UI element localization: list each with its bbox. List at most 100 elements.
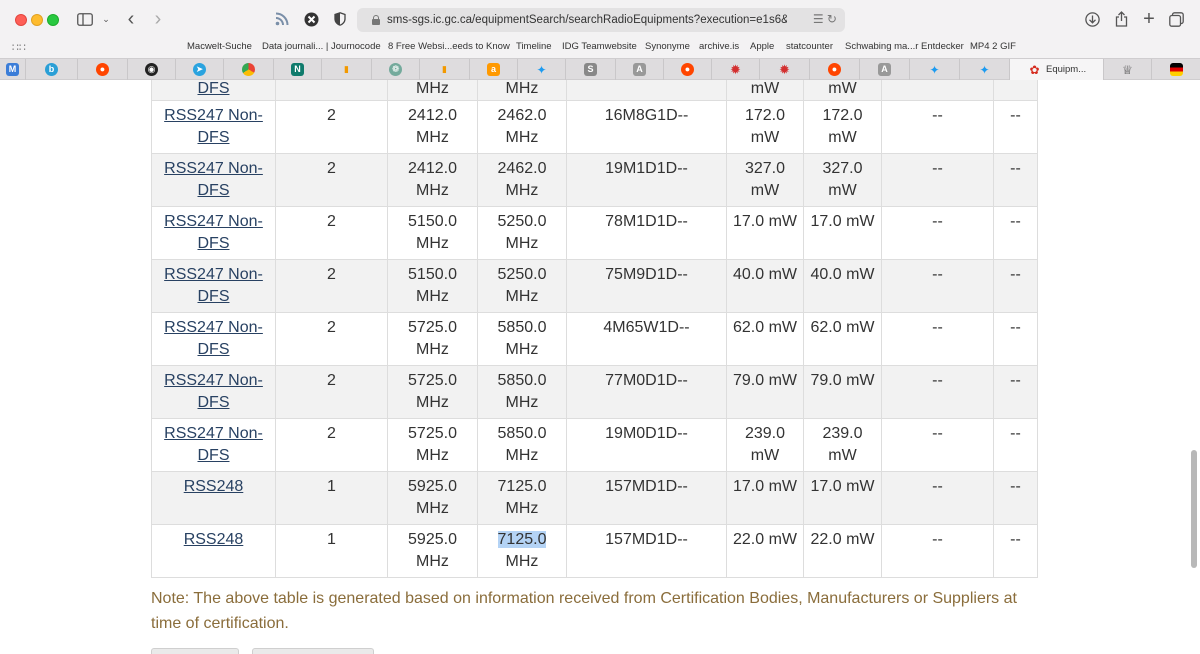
table-cell[interactable]: DFS [151, 80, 276, 101]
tab[interactable]: ✦ [518, 59, 566, 80]
standard-link[interactable]: RSS247 Non-DFS [164, 266, 263, 305]
bookmark-item[interactable]: archive.is [699, 41, 739, 52]
privacy-shield-icon[interactable] [330, 9, 350, 29]
forward-icon[interactable]: › [148, 8, 168, 30]
freq-high-cell: 5250.0 MHz [477, 259, 567, 313]
col9-cell: -- [993, 100, 1038, 154]
standard-cell[interactable]: RSS247 Non-DFS [151, 259, 276, 313]
new-tab-icon[interactable]: + [1139, 8, 1159, 30]
twitter-icon: ✦ [536, 62, 547, 77]
standard-link[interactable]: RSS248 [184, 478, 244, 495]
tab[interactable]: S [566, 59, 616, 80]
bookmark-item[interactable]: Apple [750, 41, 774, 52]
bookmark-item[interactable]: Timeline [516, 41, 552, 52]
standard-cell[interactable]: RSS247 Non-DFS [151, 206, 276, 260]
standard-link[interactable]: RSS247 Non-DFS [164, 213, 263, 252]
tab[interactable]: ❁ [372, 59, 420, 80]
standard-link[interactable]: DFS [198, 80, 230, 97]
tab[interactable]: ✹ [760, 59, 810, 80]
tab[interactable]: a [470, 59, 518, 80]
bookmark-item[interactable]: Schwabing ma...r Entdecker [845, 41, 964, 52]
selected-text[interactable]: 7125.0 [497, 531, 547, 548]
bookmark-item[interactable]: IDG Teamwebsite [562, 41, 637, 52]
downloads-icon[interactable] [1082, 9, 1102, 29]
standard-link[interactable]: RSS247 Non-DFS [164, 372, 263, 411]
tab[interactable]: M [0, 59, 26, 80]
tab[interactable]: ● [78, 59, 128, 80]
power-a-cell: 22.0 mW [726, 524, 804, 578]
standard-link[interactable]: RSS247 Non-DFS [164, 319, 263, 358]
power-a-cell: 172.0 mW [726, 100, 804, 154]
table-row: DFS MHz MHz mW mW [151, 80, 1038, 101]
page-button[interactable] [252, 648, 374, 654]
extension-icon[interactable] [301, 9, 321, 29]
tab[interactable] [224, 59, 274, 80]
tab[interactable]: A [860, 59, 910, 80]
tab[interactable]: A [616, 59, 664, 80]
tab[interactable]: ▮ [420, 59, 470, 80]
tab[interactable]: ✦ [960, 59, 1010, 80]
tab[interactable]: N [274, 59, 322, 80]
standard-cell[interactable]: RSS247 Non-DFS [151, 312, 276, 366]
antennas-cell: 1 [275, 471, 388, 525]
tab[interactable]: ▮ [322, 59, 372, 80]
standard-cell[interactable]: RSS247 Non-DFS [151, 100, 276, 154]
tab[interactable]: ◉ [128, 59, 176, 80]
col9-cell: -- [993, 524, 1038, 578]
tab[interactable]: ● [664, 59, 712, 80]
window-maximize-button[interactable] [47, 14, 59, 26]
power-b-cell: 17.0 mW [803, 206, 882, 260]
sidebar-toggle-icon[interactable] [75, 9, 95, 29]
table-cell [993, 80, 1038, 101]
standard-cell[interactable]: RSS247 Non-DFS [151, 153, 276, 207]
power-b-cell: 172.0 mW [803, 100, 882, 154]
rss-icon[interactable] [272, 9, 292, 29]
analytics-icon: ▮ [344, 64, 349, 74]
freq-low-cell: 5150.0 MHz [387, 259, 478, 313]
back-icon[interactable]: ‹ [121, 8, 141, 30]
address-bar-url[interactable]: sms-sgs.ic.gc.ca/equipmentSearch/searchR… [387, 14, 787, 26]
page-button[interactable] [151, 648, 239, 654]
tab-active[interactable]: ✿ Equipm... [1010, 59, 1104, 80]
col9-cell: -- [993, 153, 1038, 207]
bookmark-item[interactable]: 8 Free Websi...eeds to Know [388, 41, 510, 52]
translate-reload-icon[interactable]: ☰ ↻ [813, 12, 837, 26]
tab[interactable]: ✦ [910, 59, 960, 80]
bookmark-item[interactable]: statcounter [786, 41, 833, 52]
col9-cell: -- [993, 365, 1038, 419]
emission-cell: 16M8G1D-- [566, 100, 727, 154]
window-minimize-button[interactable] [31, 14, 43, 26]
standard-link[interactable]: RSS247 Non-DFS [164, 425, 263, 464]
favorites-grid-icon[interactable]: ∷∷ [12, 41, 26, 54]
standard-cell[interactable]: RSS248 [151, 471, 276, 525]
lock-icon [371, 15, 381, 25]
bookmark-item[interactable]: Macwelt-Suche [187, 41, 252, 52]
standard-cell[interactable]: RSS247 Non-DFS [151, 418, 276, 472]
standard-link[interactable]: RSS248 [184, 531, 244, 548]
tab[interactable]: ✹ [712, 59, 760, 80]
tab[interactable]: ♕ [1104, 59, 1152, 80]
window-close-button[interactable] [15, 14, 27, 26]
bookmark-item[interactable]: Data journali... | Journocode [262, 41, 381, 52]
standard-link[interactable]: RSS247 Non-DFS [164, 107, 263, 146]
emission-cell: 4M65W1D-- [566, 312, 727, 366]
standard-link[interactable]: RSS247 Non-DFS [164, 160, 263, 199]
maple-leaf-icon: ✿ [1029, 62, 1040, 77]
share-icon[interactable] [1111, 9, 1131, 29]
address-bar[interactable]: sms-sgs.ic.gc.ca/equipmentSearch/searchR… [357, 8, 845, 32]
antennas-cell: 1 [275, 524, 388, 578]
freq-low-cell: 2412.0 MHz [387, 100, 478, 154]
standard-cell[interactable]: RSS247 Non-DFS [151, 365, 276, 419]
tab[interactable]: ➤ [176, 59, 224, 80]
vertical-scrollbar[interactable] [1191, 450, 1197, 568]
chevron-down-icon[interactable]: ⌄ [96, 9, 116, 29]
tab-overview-icon[interactable] [1166, 9, 1186, 29]
standard-cell[interactable]: RSS248 [151, 524, 276, 578]
bookmark-item[interactable]: Synonyme [645, 41, 690, 52]
emission-cell: 157MD1D-- [566, 471, 727, 525]
col8-cell: -- [881, 471, 994, 525]
tab[interactable]: b [26, 59, 78, 80]
tab[interactable]: ● [810, 59, 860, 80]
bookmark-item[interactable]: MP4 2 GIF [970, 41, 1016, 52]
tab[interactable] [1152, 59, 1200, 80]
